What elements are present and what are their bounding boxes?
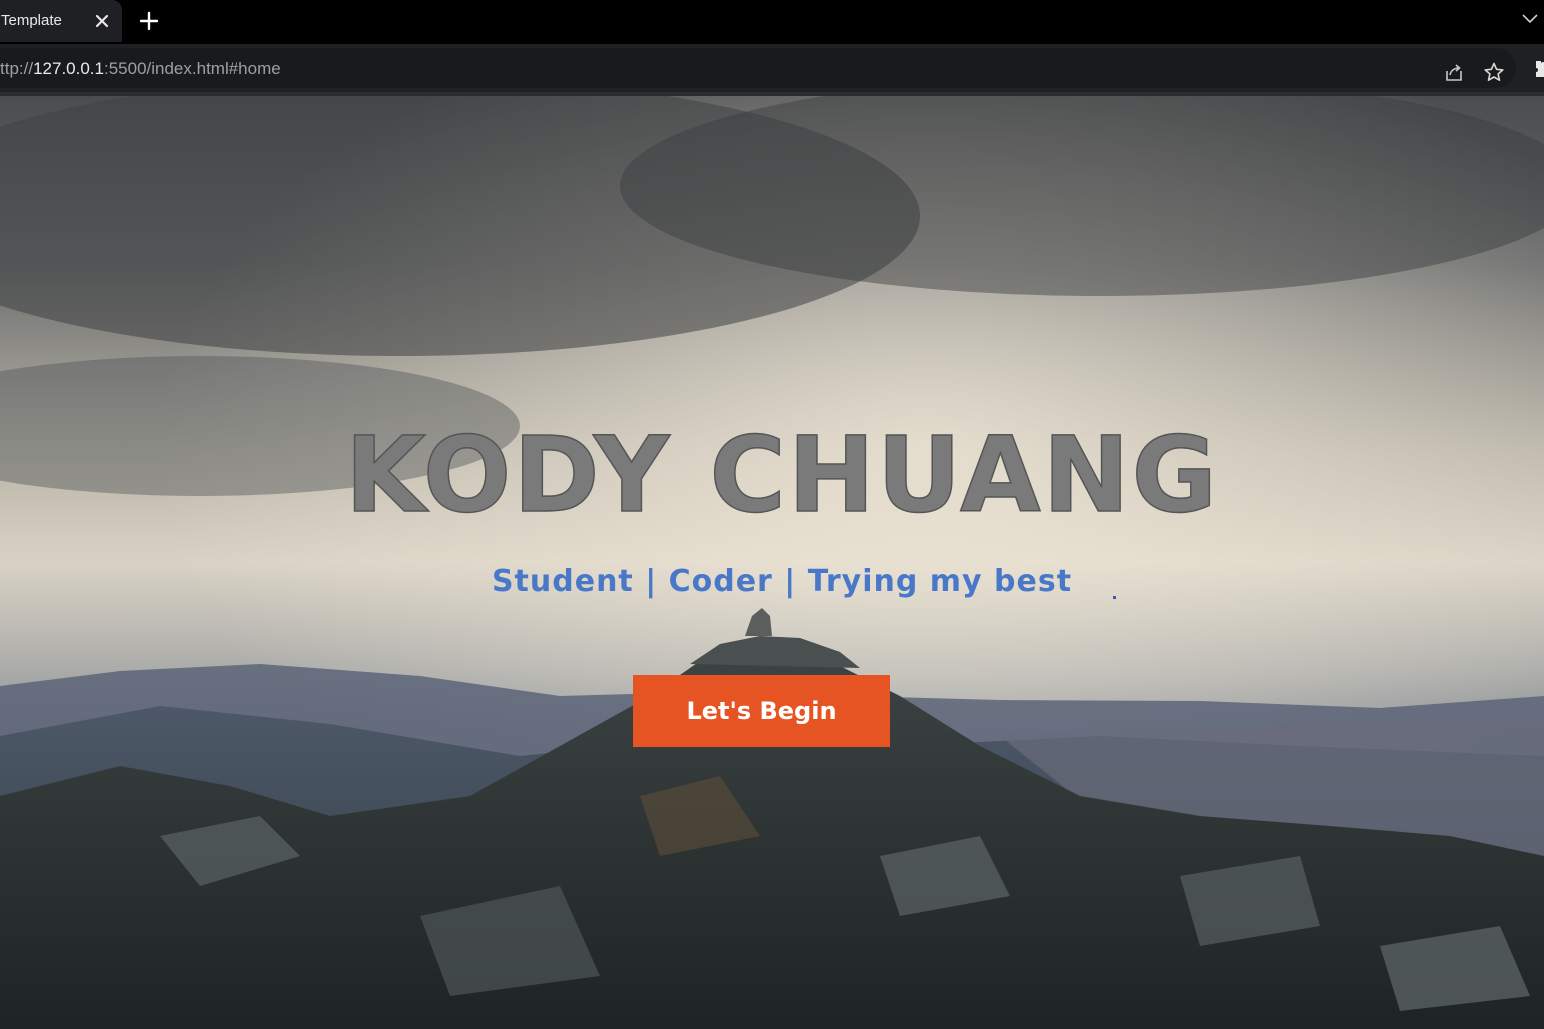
chevron-down-icon[interactable]	[1520, 10, 1540, 26]
url-prefix: ttp://	[0, 59, 34, 78]
plus-icon[interactable]	[138, 10, 160, 32]
puzzle-icon[interactable]	[1532, 58, 1544, 80]
url-host: 127.0.0.1	[33, 59, 104, 78]
share-icon[interactable]	[1443, 62, 1465, 84]
hero-subtitle: Student | Coder | Trying my best	[491, 564, 1073, 599]
browser-tab[interactable]: Template	[0, 0, 122, 42]
url-path: :5500/index.html#home	[103, 59, 281, 78]
tab-title: Template	[1, 12, 62, 29]
lets-begin-button[interactable]: Let's Begin	[633, 675, 890, 747]
close-icon[interactable]	[92, 11, 112, 31]
browser-tab-strip: Template	[0, 0, 1544, 44]
page-viewport: KODY CHUANG Student | Coder | Trying my …	[0, 96, 1544, 1029]
cursor-dot	[1113, 596, 1116, 599]
star-icon[interactable]	[1483, 61, 1505, 83]
hero-title: KODY CHUANG	[344, 413, 1220, 537]
browser-toolbar: ttp://127.0.0.1:5500/index.html#home	[0, 44, 1544, 92]
url-text[interactable]: ttp://127.0.0.1:5500/index.html#home	[0, 59, 281, 79]
address-bar[interactable]: ttp://127.0.0.1:5500/index.html#home	[0, 48, 1516, 88]
hero-background-image	[0, 96, 1544, 1029]
